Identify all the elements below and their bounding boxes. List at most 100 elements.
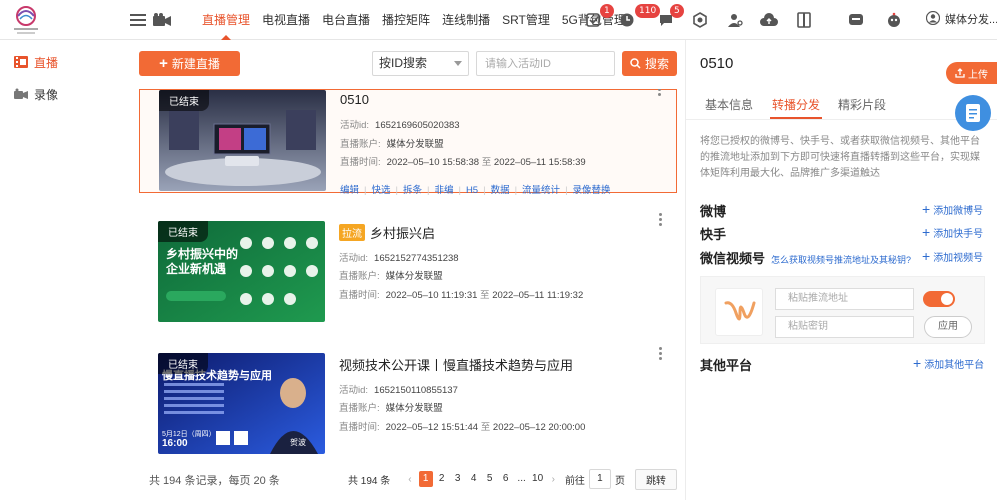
add-kuaishou-link[interactable]: + 添加快手号 [922,224,983,240]
page-ellipsis[interactable]: ... [515,471,529,487]
nav-radio-live[interactable]: 电台直播 [316,0,376,40]
chevron-right-icon[interactable]: › [552,474,555,485]
video-camera-icon [14,88,28,99]
tab-highlights[interactable]: 精彩片段 [838,96,886,113]
book-icon[interactable] [794,10,814,30]
kuaishou-label: 快手 [700,227,727,242]
plus-icon: + [922,201,931,217]
nav-broadcast-matrix[interactable]: 播控矩阵 [376,0,436,40]
status-badge: 已结束 [158,221,208,242]
live-start: 2022–05–10 11:19:31 [385,290,478,301]
thumbnail[interactable]: 已结束 慢直播技术趋势与应用 5月12日（周四） 16:00 贺波 [158,353,325,454]
upload-button[interactable]: 上传 [946,62,997,84]
main-content: + 新建直播 按ID搜索 搜索 已结束 [130,40,685,500]
search-input[interactable] [476,51,615,76]
page-6[interactable]: 6 [499,471,513,487]
more-icon[interactable] [658,89,662,96]
tab-underline [770,117,822,119]
page-2[interactable]: 2 [435,471,449,487]
add-other-platform-link[interactable]: + 添加其他平台 [913,355,984,371]
wechat-channels-label: 微信视频号 怎么获取视频号推流地址及其秘钥? [700,251,912,266]
action-traffic[interactable]: 流量统计 [522,185,560,196]
live-camera-icon[interactable] [152,10,172,30]
list-item[interactable]: 已结束 慢直播技术趋势与应用 5月12日（周四） 16:00 贺波 视频技术公开… [139,347,677,457]
add-wechat-link[interactable]: + 添加视频号 [922,248,983,264]
clock-icon[interactable]: 110 [617,4,661,30]
menu-icon[interactable] [128,10,148,30]
new-live-button[interactable]: + 新建直播 [139,51,240,76]
message-badge: 5 [670,4,684,18]
add-weibo-link[interactable]: + 添加微博号 [922,201,983,217]
task-icon[interactable]: 1 [584,4,614,30]
stream-key-input[interactable]: 粘贴密钥 [775,316,914,338]
more-icon[interactable] [659,213,663,226]
account: 媒体分发联盟 [386,139,444,150]
action-data[interactable]: 数据 [491,185,510,196]
live-end: 2022–05–12 20:00:00 [492,422,586,433]
page-1[interactable]: 1 [418,471,433,487]
live-end: 2022–05–11 11:19:32 [492,290,584,301]
live-start: 2022–05–10 15:58:38 [386,157,480,168]
sidebar-item-recording[interactable]: 录像 [14,84,58,104]
action-h5[interactable]: H5 [466,185,478,196]
sidebar-item-live[interactable]: 直播 [14,52,58,72]
message-icon[interactable]: 5 [656,4,684,30]
activity-id: 1652169605020383 [375,120,460,131]
action-nle[interactable]: 非编 [434,185,453,196]
tab-basic-info[interactable]: 基本信息 [705,96,753,113]
notes-float-icon[interactable] [955,95,991,131]
film-icon [14,56,28,68]
nav-tv-live[interactable]: 电视直播 [256,0,316,40]
more-icon[interactable] [659,347,663,360]
pull-stream-tag: 拉流 [339,224,365,241]
page-5[interactable]: 5 [483,471,497,487]
jump-button[interactable]: 跳转 [634,468,677,490]
chat-icon[interactable] [846,10,866,30]
apply-button[interactable]: 应用 [924,316,972,338]
asian-games-logo[interactable] [6,4,46,36]
wechat-help-link[interactable]: 怎么获取视频号推流地址及其秘钥? [771,255,911,265]
card-title[interactable]: 视频技术公开课丨慢直播技术趋势与应用 [339,355,573,374]
page-4[interactable]: 4 [467,471,481,487]
hexagon-icon[interactable] [690,10,710,30]
thumb-time: 16:00 [162,438,188,449]
card-title[interactable]: 0510 [340,92,369,107]
list-item[interactable]: 已结束 0510 活动id: 1652169605020383 直播账户: 媒体分发… [139,89,677,196]
plus-icon: + [913,355,922,371]
thumb-title-line2: 企业新机遇 [166,262,227,276]
search-type-select[interactable]: 按ID搜索 [372,51,469,76]
search-button[interactable]: 搜索 [622,51,677,76]
sidebar-item-label: 直播 [34,55,59,70]
chevron-left-icon[interactable]: ‹ [408,474,411,485]
card-title[interactable]: 拉流 乡村振兴启 [339,223,435,242]
nav-live-management[interactable]: 直播管理 [196,0,256,40]
action-quick-select[interactable]: 快选 [371,185,390,196]
thumbnail[interactable]: 已结束 乡村振兴中的 企业新机遇 [158,221,325,322]
cloud-upload-icon[interactable] [759,10,779,30]
enable-toggle[interactable] [923,291,955,307]
page-jump-input[interactable]: 1 [588,469,611,489]
push-url-input[interactable]: 粘贴推流地址 [775,288,914,310]
nav-remote-production[interactable]: 连线制播 [436,0,496,40]
page-3[interactable]: 3 [451,471,465,487]
thumb-title-line1: 乡村振兴中的 [166,247,239,261]
plus-icon: + [922,224,931,240]
list-item[interactable]: 已结束 乡村振兴中的 企业新机遇 拉流 乡村振兴启 活动id: 16521527… [139,213,677,325]
pager-total: 共 194 条 [348,475,391,487]
nav-srt-management[interactable]: SRT管理 [496,0,556,40]
action-replace-recording[interactable]: 录像替换 [573,185,611,196]
upload-icon [955,68,965,78]
thumbnail[interactable]: 已结束 [159,90,326,191]
wechat-channels-logo [715,288,763,336]
robot-icon[interactable] [884,10,904,30]
account: 媒体分发联盟 [385,403,443,414]
action-split[interactable]: 拆条 [403,185,422,196]
action-edit[interactable]: 编辑 [340,185,359,196]
tab-relay[interactable]: 转播分发 [772,96,820,113]
page-10[interactable]: 10 [531,471,545,487]
status-badge: 已结束 [159,90,209,111]
user-name[interactable]: 媒体分发... [945,11,997,27]
live-list: 已结束 0510 活动id: 1652169605020383 直播账户: 媒体分发… [139,89,677,459]
user-settings-icon[interactable] [725,10,745,30]
avatar-icon[interactable] [925,10,941,28]
